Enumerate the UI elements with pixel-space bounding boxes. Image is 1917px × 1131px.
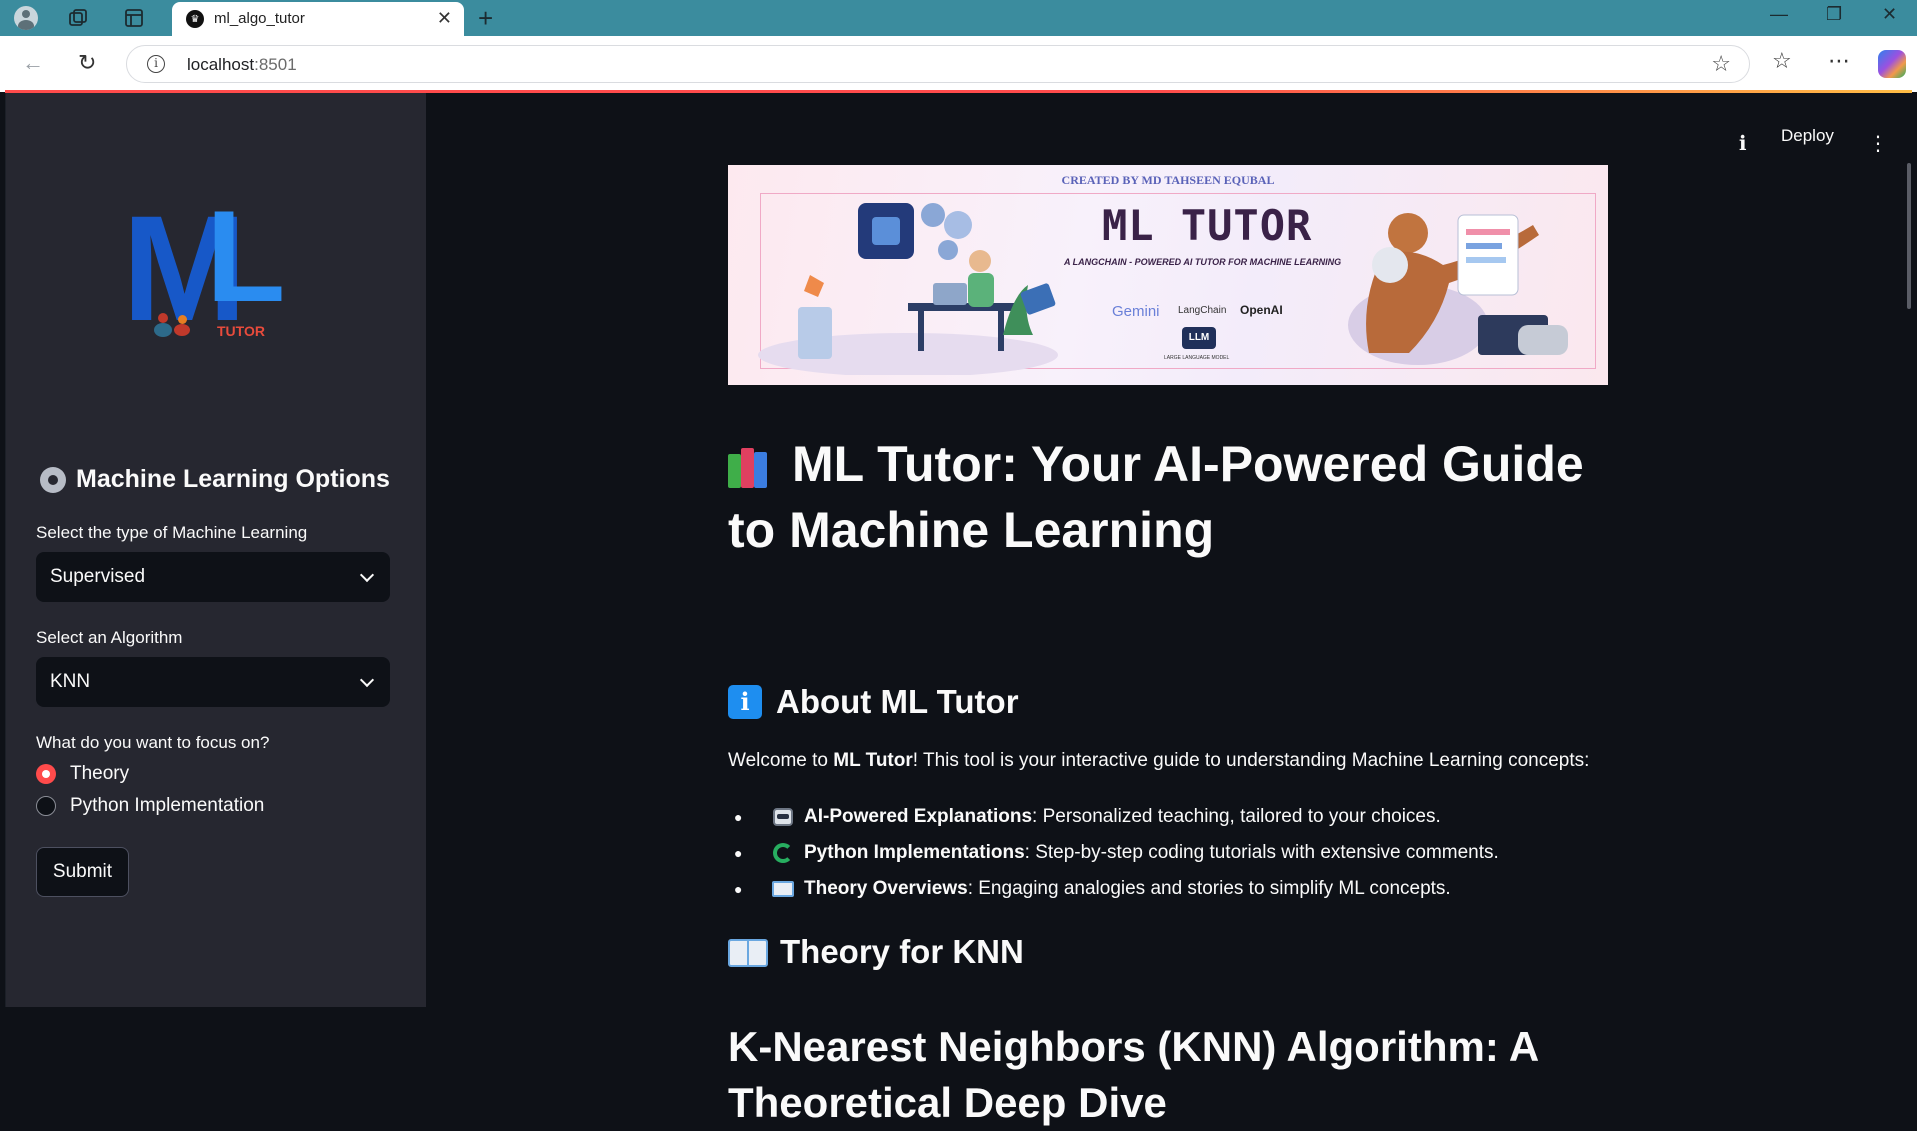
robot-icon xyxy=(773,808,793,826)
info-icon[interactable]: ℹ xyxy=(1739,131,1747,156)
snake-icon xyxy=(773,843,793,863)
llm-logo: LLM xyxy=(1182,327,1216,349)
more-options-icon[interactable]: ⋯ xyxy=(1828,48,1850,74)
chevron-down-icon xyxy=(359,567,375,583)
about-heading: i About ML Tutor xyxy=(728,683,1019,721)
ml-type-select[interactable]: Supervised xyxy=(36,552,390,602)
url-field[interactable]: i localhost:8501 ☆ xyxy=(126,45,1750,83)
streamlit-app: M L TUTOR Machine Learning Options Selec… xyxy=(5,93,1912,1126)
site-info-icon[interactable]: i xyxy=(147,55,165,73)
url-text: localhost:8501 xyxy=(187,55,297,74)
submit-button[interactable]: Submit xyxy=(36,847,129,897)
information-icon: i xyxy=(728,685,762,719)
algorithm-select[interactable]: KNN xyxy=(36,657,390,707)
favorites-icon[interactable]: ☆ xyxy=(1772,48,1792,74)
chevron-down-icon xyxy=(359,672,375,688)
algorithm-label: Select an Algorithm xyxy=(36,628,183,647)
gear-icon xyxy=(40,466,66,493)
deploy-button[interactable]: Deploy xyxy=(1781,126,1834,146)
open-book-icon xyxy=(728,937,768,967)
favorite-star-icon[interactable]: ☆ xyxy=(1711,51,1731,77)
radio-unselected-icon xyxy=(36,796,56,816)
content-title: K-Nearest Neighbors (KNN) Algorithm: A T… xyxy=(728,1023,1538,1126)
reload-icon[interactable]: ↻ xyxy=(78,50,96,76)
copilot-icon[interactable] xyxy=(1878,50,1906,78)
sidebar-header: Machine Learning Options xyxy=(40,465,390,494)
list-item: ● Theory Overviews: Engaging analogies a… xyxy=(734,878,1451,899)
main-menu-icon[interactable]: ⋮ xyxy=(1868,131,1888,156)
theory-heading: Theory for KNN xyxy=(728,933,1024,971)
workspaces-icon[interactable] xyxy=(66,6,90,30)
browser-tab-active[interactable]: ♛ ml_algo_tutor ✕ xyxy=(172,2,464,36)
gemini-logo: Gemini xyxy=(1112,303,1160,320)
focus-label: What do you want to focus on? xyxy=(36,733,270,752)
browser-address-bar: ← ↻ i localhost:8501 ☆ ☆ ⋯ xyxy=(0,36,1917,92)
book-icon xyxy=(772,881,794,897)
ml-type-label: Select the type of Machine Learning xyxy=(36,523,308,542)
restore-icon[interactable]: ❐ xyxy=(1826,4,1842,25)
streamlit-favicon-icon: ♛ xyxy=(186,10,204,28)
radio-python-implementation[interactable]: Python Implementation xyxy=(36,795,264,817)
minimize-icon[interactable]: — xyxy=(1770,4,1788,25)
ml-tutor-banner: CREATED BY MD TAHSEEN EQUBAL ML TUTOR A … xyxy=(728,165,1608,385)
page-title: ML Tutor: Your AI-Powered Guide to Machi… xyxy=(728,436,1584,558)
radio-theory[interactable]: Theory xyxy=(36,763,129,785)
openai-logo: OpenAI xyxy=(1240,303,1283,317)
list-item: ● Python Implementations: Step-by-step c… xyxy=(734,842,1499,863)
books-icon xyxy=(728,447,780,488)
browser-tab-bar: ♛ ml_algo_tutor ✕ + — ❐ ✕ xyxy=(0,0,1917,36)
tab-actions-icon[interactable] xyxy=(122,6,146,30)
tab-title: ml_algo_tutor xyxy=(214,10,305,27)
welcome-text: Welcome to ML Tutor! This tool is your i… xyxy=(728,750,1590,771)
langchain-logo: LangChain xyxy=(1178,305,1227,316)
scrollbar[interactable] xyxy=(1907,163,1911,309)
back-icon[interactable]: ← xyxy=(22,50,44,76)
list-item: ● AI-Powered Explanations: Personalized … xyxy=(734,806,1441,827)
ml-tutor-logo: M L TUTOR xyxy=(122,183,286,352)
new-tab-icon[interactable]: + xyxy=(478,3,493,34)
sidebar: M L TUTOR Machine Learning Options Selec… xyxy=(6,93,426,1007)
close-tab-icon[interactable]: ✕ xyxy=(437,8,452,29)
close-window-icon[interactable]: ✕ xyxy=(1882,4,1897,25)
radio-selected-icon xyxy=(36,764,56,784)
feature-list: ● AI-Powered Explanations: Personalized … xyxy=(728,799,1499,907)
profile-avatar-icon[interactable] xyxy=(14,6,38,30)
